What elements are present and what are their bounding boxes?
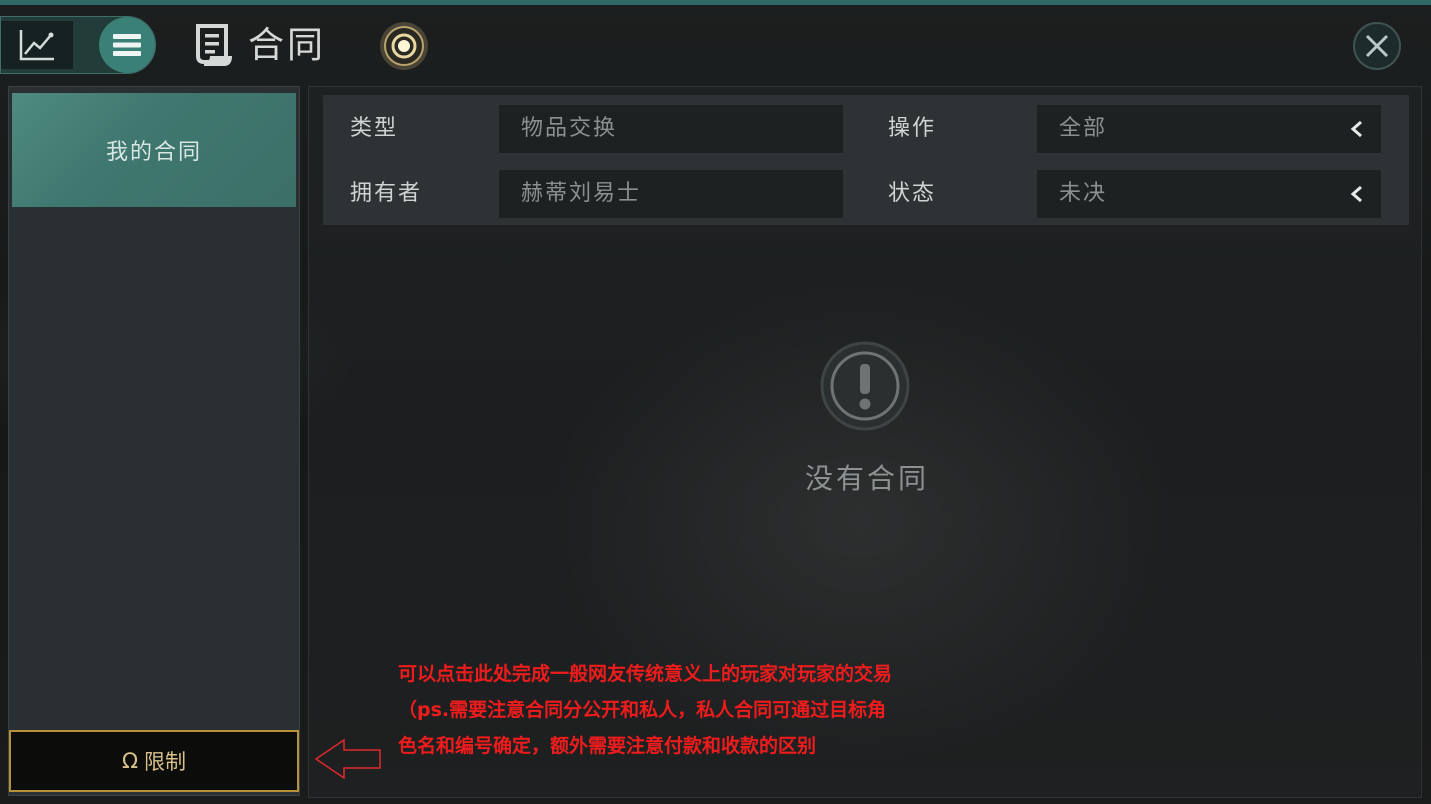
menu-list-icon bbox=[113, 34, 141, 56]
status-value: 未决 bbox=[1059, 181, 1108, 206]
owner-field: 赫蒂刘易士 bbox=[499, 170, 843, 218]
page-title: 合同 bbox=[248, 25, 327, 66]
exclamation-circle-icon bbox=[820, 341, 910, 431]
chart-mode-button[interactable] bbox=[1, 21, 73, 69]
status-label: 状态 bbox=[888, 181, 937, 206]
action-dropdown[interactable]: 全部 bbox=[1037, 105, 1381, 153]
annotation-line: 色名和编号确定，额外需要注意付款和收款的区别 bbox=[398, 735, 817, 757]
annotation-line: （ps.需要注意合同分公开和私人，私人合同可通过目标角 bbox=[398, 699, 887, 721]
owner-value: 赫蒂刘易士 bbox=[521, 181, 642, 206]
glowing-orb-icon[interactable] bbox=[378, 20, 430, 72]
chevron-left-icon bbox=[1350, 120, 1362, 138]
scroll-icon bbox=[196, 24, 232, 66]
type-field: 物品交换 bbox=[499, 105, 843, 153]
list-mode-button[interactable] bbox=[99, 17, 155, 73]
owner-label: 拥有者 bbox=[350, 181, 423, 206]
type-label: 类型 bbox=[350, 116, 399, 141]
chevron-left-icon bbox=[1350, 185, 1362, 203]
filter-area: 类型 物品交换 操作 全部 拥有者 赫蒂刘易士 状态 未决 bbox=[323, 95, 1409, 225]
close-button[interactable] bbox=[1353, 22, 1401, 70]
left-arrow-outline-icon bbox=[314, 738, 381, 780]
action-value: 全部 bbox=[1059, 116, 1108, 141]
annotation-line: 可以点击此处完成一般网友传统意义上的玩家对玩家的交易 bbox=[398, 663, 893, 685]
annotation-text: 可以点击此处完成一般网友传统意义上的玩家对玩家的交易 （ps.需要注意合同分公开… bbox=[398, 656, 958, 764]
close-icon bbox=[1365, 34, 1389, 58]
line-chart-icon bbox=[19, 30, 54, 61]
restrict-button[interactable]: Ω 限制 bbox=[9, 730, 299, 792]
top-accent-line bbox=[0, 0, 1431, 5]
type-value: 物品交换 bbox=[521, 116, 618, 141]
restrict-button-label: 限制 bbox=[144, 750, 187, 774]
view-mode-toggle bbox=[0, 16, 156, 74]
empty-state-text: 没有合同 bbox=[804, 462, 929, 495]
omega-icon: Ω bbox=[121, 749, 139, 773]
sidebar-tab-my-contracts[interactable]: 我的合同 bbox=[12, 93, 296, 207]
sidebar: 我的合同 Ω 限制 bbox=[8, 86, 300, 796]
action-label: 操作 bbox=[888, 116, 937, 141]
status-dropdown[interactable]: 未决 bbox=[1037, 170, 1381, 218]
